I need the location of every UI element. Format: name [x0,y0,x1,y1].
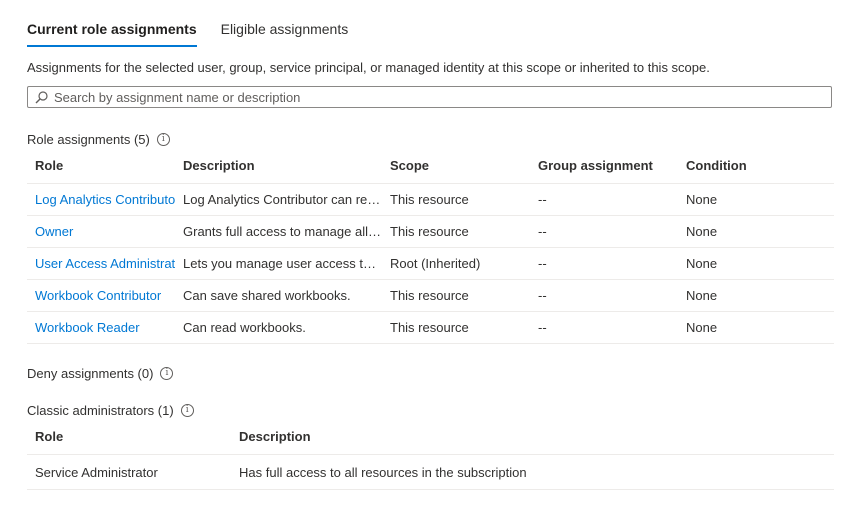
table-row: Log Analytics Contributor Log Analytics … [27,183,834,216]
column-header-scope[interactable]: Scope [382,147,530,184]
deny-assignments-heading: Deny assignments (0) i [27,366,174,381]
classic-admins-title: Classic administrators (1) [27,403,174,418]
admin-description: Has full access to all resources in the … [231,454,834,490]
column-header-condition[interactable]: Condition [678,147,834,184]
table-row: User Access Administrator Lets you manag… [27,247,834,280]
column-header-role[interactable]: Role [27,147,175,184]
role-link[interactable]: User Access Administrator [35,256,175,271]
table-header-row: Role Description [27,418,834,455]
table-header-row: Role Description Scope Group assignment … [27,147,834,184]
column-header-description[interactable]: Description [231,418,834,455]
admin-role: Service Administrator [27,454,231,490]
role-group-assignment: -- [530,311,678,344]
role-scope: This resource [382,279,530,312]
role-scope: This resource [382,215,530,248]
role-description: Grants full access to manage all resourc… [175,215,382,248]
tab-eligible-assignments[interactable]: Eligible assignments [221,17,349,45]
role-condition: None [678,183,834,216]
role-condition: None [678,311,834,344]
tab-bar: Current role assignments Eligible assign… [27,17,349,47]
search-icon [35,90,48,103]
role-description: Log Analytics Contributor can read all m… [175,183,382,216]
search-input[interactable] [54,89,831,105]
role-link[interactable]: Workbook Contributor [35,288,161,303]
role-assignments-title: Role assignments (5) [27,132,150,147]
role-group-assignment: -- [530,247,678,280]
role-condition: None [678,247,834,280]
role-scope: Root (Inherited) [382,247,530,280]
role-link[interactable]: Log Analytics Contributor [35,192,175,207]
role-group-assignment: -- [530,279,678,312]
column-header-description[interactable]: Description [175,147,382,184]
role-scope: This resource [382,183,530,216]
role-assignments-heading: Role assignments (5) i [27,132,170,147]
role-description: Can read workbooks. [175,311,382,344]
table-row: Workbook Reader Can read workbooks. This… [27,311,834,344]
table-row: Service Administrator Has full access to… [27,454,834,490]
role-link[interactable]: Workbook Reader [35,320,140,335]
classic-admins-table: Role Description Service Administrator H… [27,418,834,490]
tab-current-role-assignments[interactable]: Current role assignments [27,17,197,47]
role-scope: This resource [382,311,530,344]
deny-assignments-title: Deny assignments (0) [27,366,154,381]
role-description: Can save shared workbooks. [175,279,382,312]
role-assignments-table: Role Description Scope Group assignment … [27,147,834,344]
search-box[interactable] [27,86,832,108]
role-link[interactable]: Owner [35,224,73,239]
role-condition: None [678,215,834,248]
column-header-role[interactable]: Role [27,418,231,455]
info-icon[interactable]: i [160,367,174,380]
column-header-group-assignment[interactable]: Group assignment [530,147,678,184]
info-icon[interactable]: i [156,133,170,146]
table-row: Workbook Contributor Can save shared wor… [27,279,834,312]
role-description: Lets you manage user access to Azure res… [175,247,382,280]
info-icon[interactable]: i [180,404,194,417]
role-condition: None [678,279,834,312]
table-row: Owner Grants full access to manage all r… [27,215,834,248]
page-description: Assignments for the selected user, group… [27,60,710,75]
classic-admins-heading: Classic administrators (1) i [27,403,194,418]
role-group-assignment: -- [530,183,678,216]
role-group-assignment: -- [530,215,678,248]
